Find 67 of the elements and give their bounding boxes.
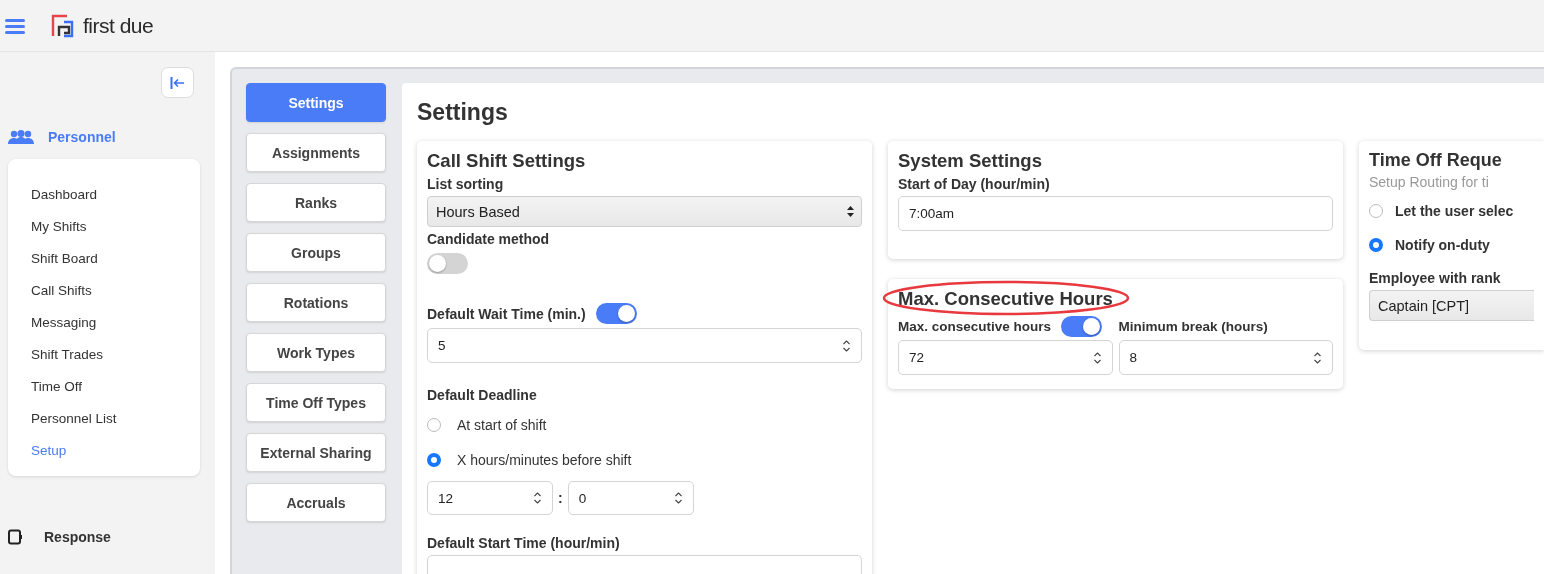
radio-button[interactable] [427, 452, 441, 467]
spinner-icon [842, 338, 851, 353]
toggle-switch[interactable] [427, 253, 468, 274]
sidebar-item[interactable]: Shift Board [31, 243, 200, 275]
radio-label: At start of shift [457, 416, 547, 433]
card-title: System Settings [898, 150, 1042, 172]
collapse-sidebar-button[interactable] [161, 67, 194, 98]
sidebar-item[interactable]: Shift Trades [31, 339, 200, 371]
radio-label: X hours/minutes before shift [457, 451, 632, 468]
tab[interactable]: Settings [246, 83, 386, 122]
radio-button[interactable] [1369, 238, 1383, 252]
sidebar-section[interactable]: Response [8, 522, 200, 552]
device-icon [8, 529, 24, 545]
tab[interactable]: Rotations [246, 283, 386, 322]
arrow-left-to-bar-icon [169, 75, 186, 90]
spinner-icon [1313, 350, 1322, 365]
radio-button[interactable] [427, 417, 441, 432]
select-field[interactable]: Captain [CPT] [1369, 290, 1534, 321]
select-arrows-icon [846, 205, 855, 218]
tab[interactable]: Time Off Types [246, 383, 386, 422]
menu-icon[interactable] [5, 17, 25, 34]
card-title: Max. Consecutive Hours [898, 288, 1113, 310]
card-title: Time Off Reque [1369, 150, 1502, 171]
tab[interactable]: Work Types [246, 333, 386, 372]
toggle-switch[interactable] [1061, 315, 1103, 337]
sidebar-item[interactable]: Dashboard [31, 179, 200, 211]
field-label: Default Start Time (hour/min) [427, 535, 621, 551]
field-label: Candidate method [427, 231, 551, 247]
tab[interactable]: Accruals [246, 483, 386, 522]
text-field[interactable]: 7:00am [898, 196, 1333, 231]
sidebar-item[interactable]: Personnel List [31, 403, 200, 435]
field-label: List sorting [427, 176, 505, 192]
card-title: Call Shift Settings [427, 150, 586, 172]
field-label: Default Wait Time (min.) [427, 305, 586, 322]
tab[interactable]: External Sharing [246, 433, 386, 472]
logo-text: first due [83, 13, 154, 38]
number-field[interactable]: 0 [567, 481, 694, 515]
sidebar-item[interactable]: Messaging [31, 307, 200, 339]
separator-text: : [557, 490, 564, 506]
spinner-icon [1092, 350, 1102, 365]
number-field[interactable]: 5 [427, 328, 862, 363]
sidebar-item[interactable]: My Shifts [31, 211, 200, 243]
sidebar-item[interactable]: Setup [31, 435, 200, 467]
tab[interactable]: Assignments [246, 133, 386, 172]
tab[interactable]: Groups [246, 233, 386, 272]
radio-label: Let the user selec [1395, 203, 1514, 219]
spinner-icon [533, 491, 542, 505]
field-label: Start of Day (hour/min) [898, 176, 1051, 192]
page-title: Settings [417, 99, 509, 126]
select-field[interactable]: Hours Based [427, 196, 862, 227]
radio-button[interactable] [1369, 204, 1383, 218]
sidebar-item[interactable]: Time Off [31, 371, 200, 403]
number-field[interactable]: 72 [898, 340, 1113, 375]
field-label: Employee with rank [1369, 270, 1502, 286]
logo-icon [51, 13, 75, 38]
number-field[interactable]: 12 [427, 481, 553, 515]
people-icon [8, 129, 34, 145]
spinner-icon [673, 491, 683, 505]
field-label: Max. consecutive hours [898, 318, 1052, 334]
card-subtitle: Setup Routing for ti [1369, 174, 1490, 190]
field-label: Minimum break (hours) [1118, 318, 1268, 334]
tab[interactable]: Ranks [246, 183, 386, 222]
toggle-switch[interactable] [595, 303, 637, 324]
field-label: Default Deadline [427, 387, 538, 403]
radio-label: Notify on-duty [1395, 237, 1490, 253]
sidebar-item[interactable]: Call Shifts [31, 275, 200, 307]
number-field[interactable]: 8 [1118, 340, 1333, 375]
